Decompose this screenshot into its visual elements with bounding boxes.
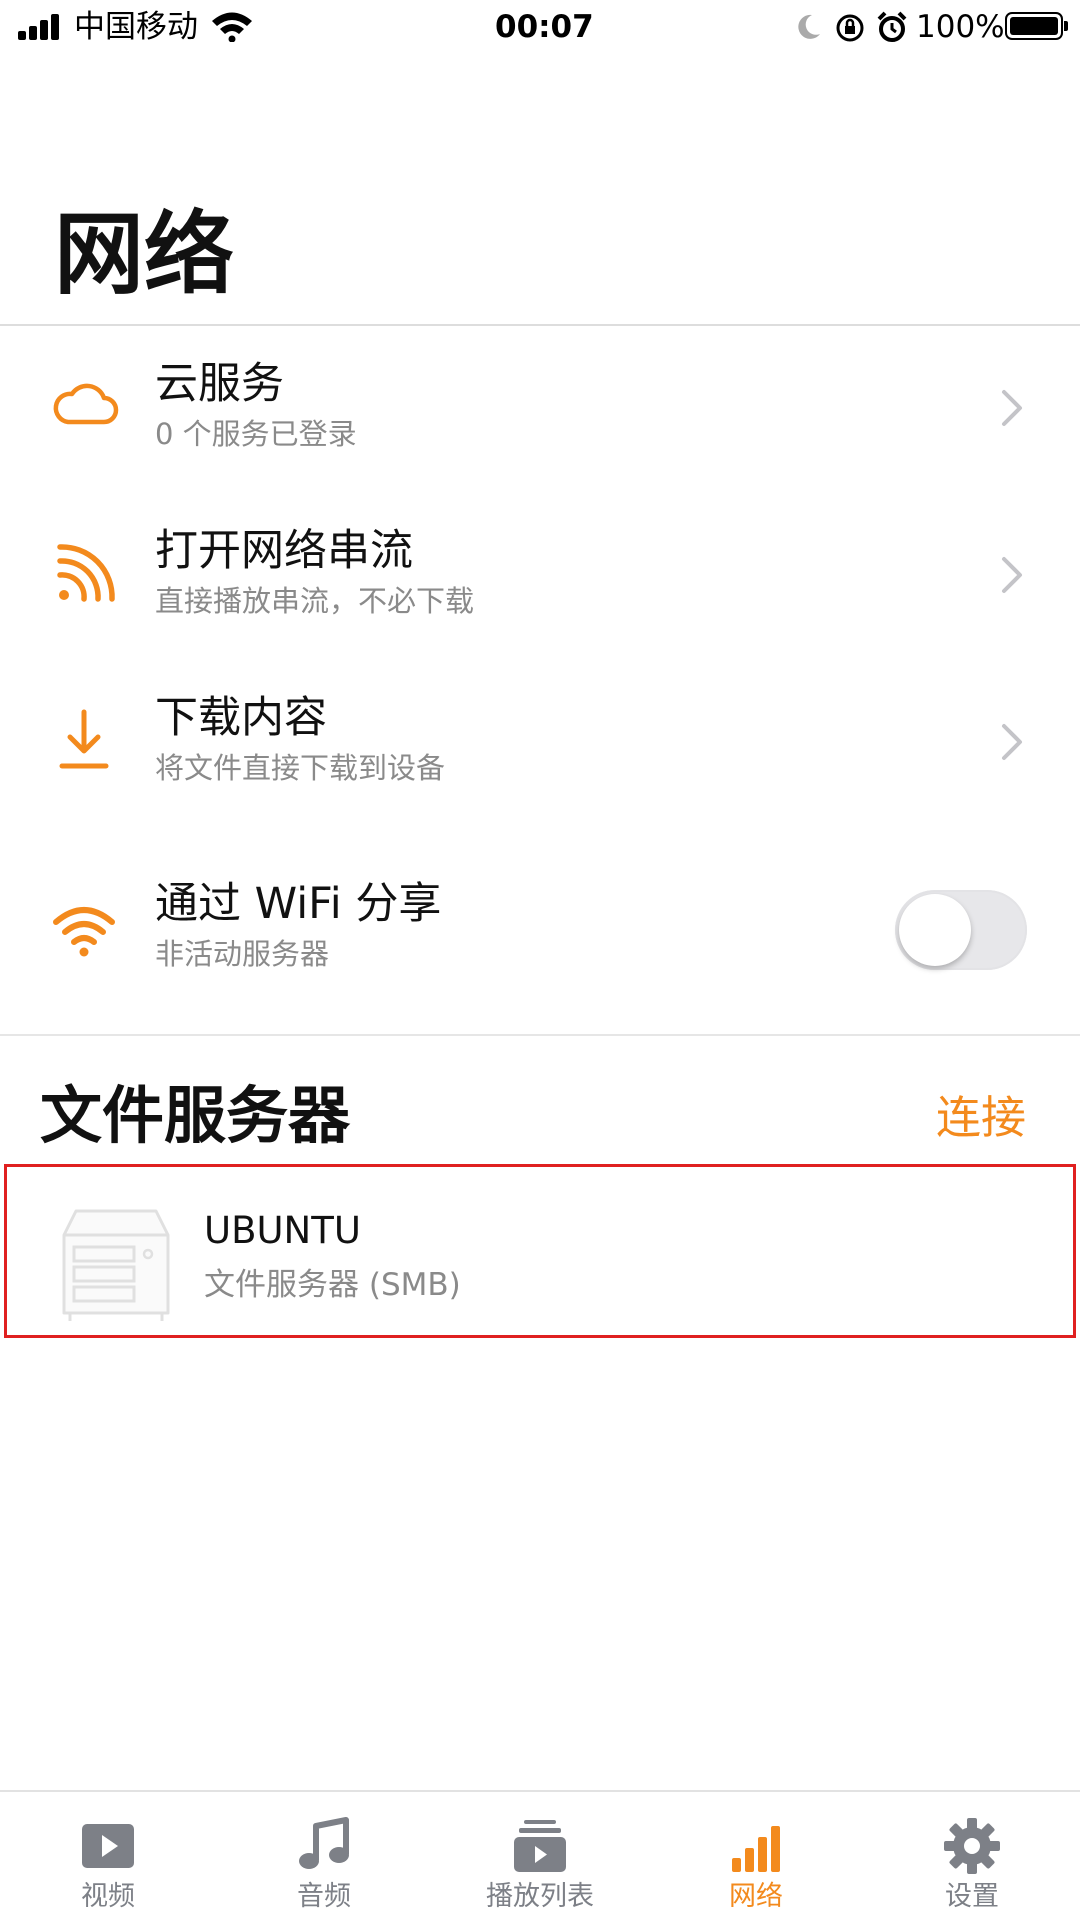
chevron-right-icon [1002,390,1022,426]
menu-row-subtitle: 将文件直接下载到设备 [155,751,446,785]
carrier-name: 中国移动 [74,9,198,45]
menu-row-subtitle: 0 个服务已登录 [155,417,357,451]
chevron-right-icon [1002,557,1022,593]
menu-row-cloud-services[interactable]: 云服务 0 个服务已登录 [0,330,1080,490]
server-type: 文件服务器 (SMB) [204,1267,461,1303]
cellular-signal-icon [18,14,64,40]
tab-label: 网络 [729,1881,783,1912]
tab-bar: 视频 音频 播放列表 网络 设置 [0,1790,1080,1920]
do-not-disturb-icon [798,14,820,39]
playlist-icon [514,1820,566,1872]
wifi-status-icon [212,12,252,42]
music-icon [299,1817,349,1869]
tab-label: 播放列表 [486,1881,594,1912]
clock: 00:07 [495,9,594,45]
battery-icon [1005,12,1068,40]
chevron-right-icon [1002,724,1022,760]
connect-button[interactable]: 连接 [936,1090,1026,1146]
wifi-icon [53,907,115,957]
menu-row-network-stream[interactable]: 打开网络串流 直接播放串流，不必下载 [0,497,1080,657]
tab-settings[interactable]: 设置 [864,1792,1080,1922]
menu-row-title: 通过 WiFi 分享 [155,879,442,929]
status-bar: 中国移动 00:07 100% [0,0,1080,54]
server-icon [62,1209,170,1321]
wifi-share-toggle[interactable] [895,890,1027,970]
server-name: UBUNTU [204,1209,361,1252]
alarm-icon [877,11,907,42]
tab-label: 设置 [945,1881,999,1912]
stream-icon [57,544,115,602]
menu-row-downloads[interactable]: 下载内容 将文件直接下载到设备 [0,664,1080,824]
tab-network[interactable]: 网络 [648,1792,864,1922]
menu-row-title: 下载内容 [155,693,327,743]
tab-label: 视频 [81,1881,135,1912]
settings-icon [944,1818,1000,1874]
tab-video[interactable]: 视频 [0,1792,216,1922]
page-title: 网络 [54,202,234,307]
menu-row-title: 云服务 [155,359,284,409]
toggle-knob [899,894,971,966]
network-icon [732,1826,780,1872]
tab-playlist[interactable]: 播放列表 [432,1792,648,1922]
video-icon [82,1824,134,1868]
cloud-icon [53,383,119,425]
section-divider [0,1034,1080,1036]
menu-row-subtitle: 直接播放串流，不必下载 [155,584,475,618]
orientation-lock-icon [836,14,864,42]
section-title-file-servers: 文件服务器 [40,1079,351,1152]
tab-audio[interactable]: 音频 [216,1792,432,1922]
battery-percentage: 100% [916,9,1005,45]
download-icon [59,709,109,769]
tab-label: 音频 [297,1881,351,1912]
header-divider [0,324,1080,326]
menu-row-title: 打开网络串流 [155,526,413,576]
menu-row-subtitle: 非活动服务器 [155,937,330,971]
